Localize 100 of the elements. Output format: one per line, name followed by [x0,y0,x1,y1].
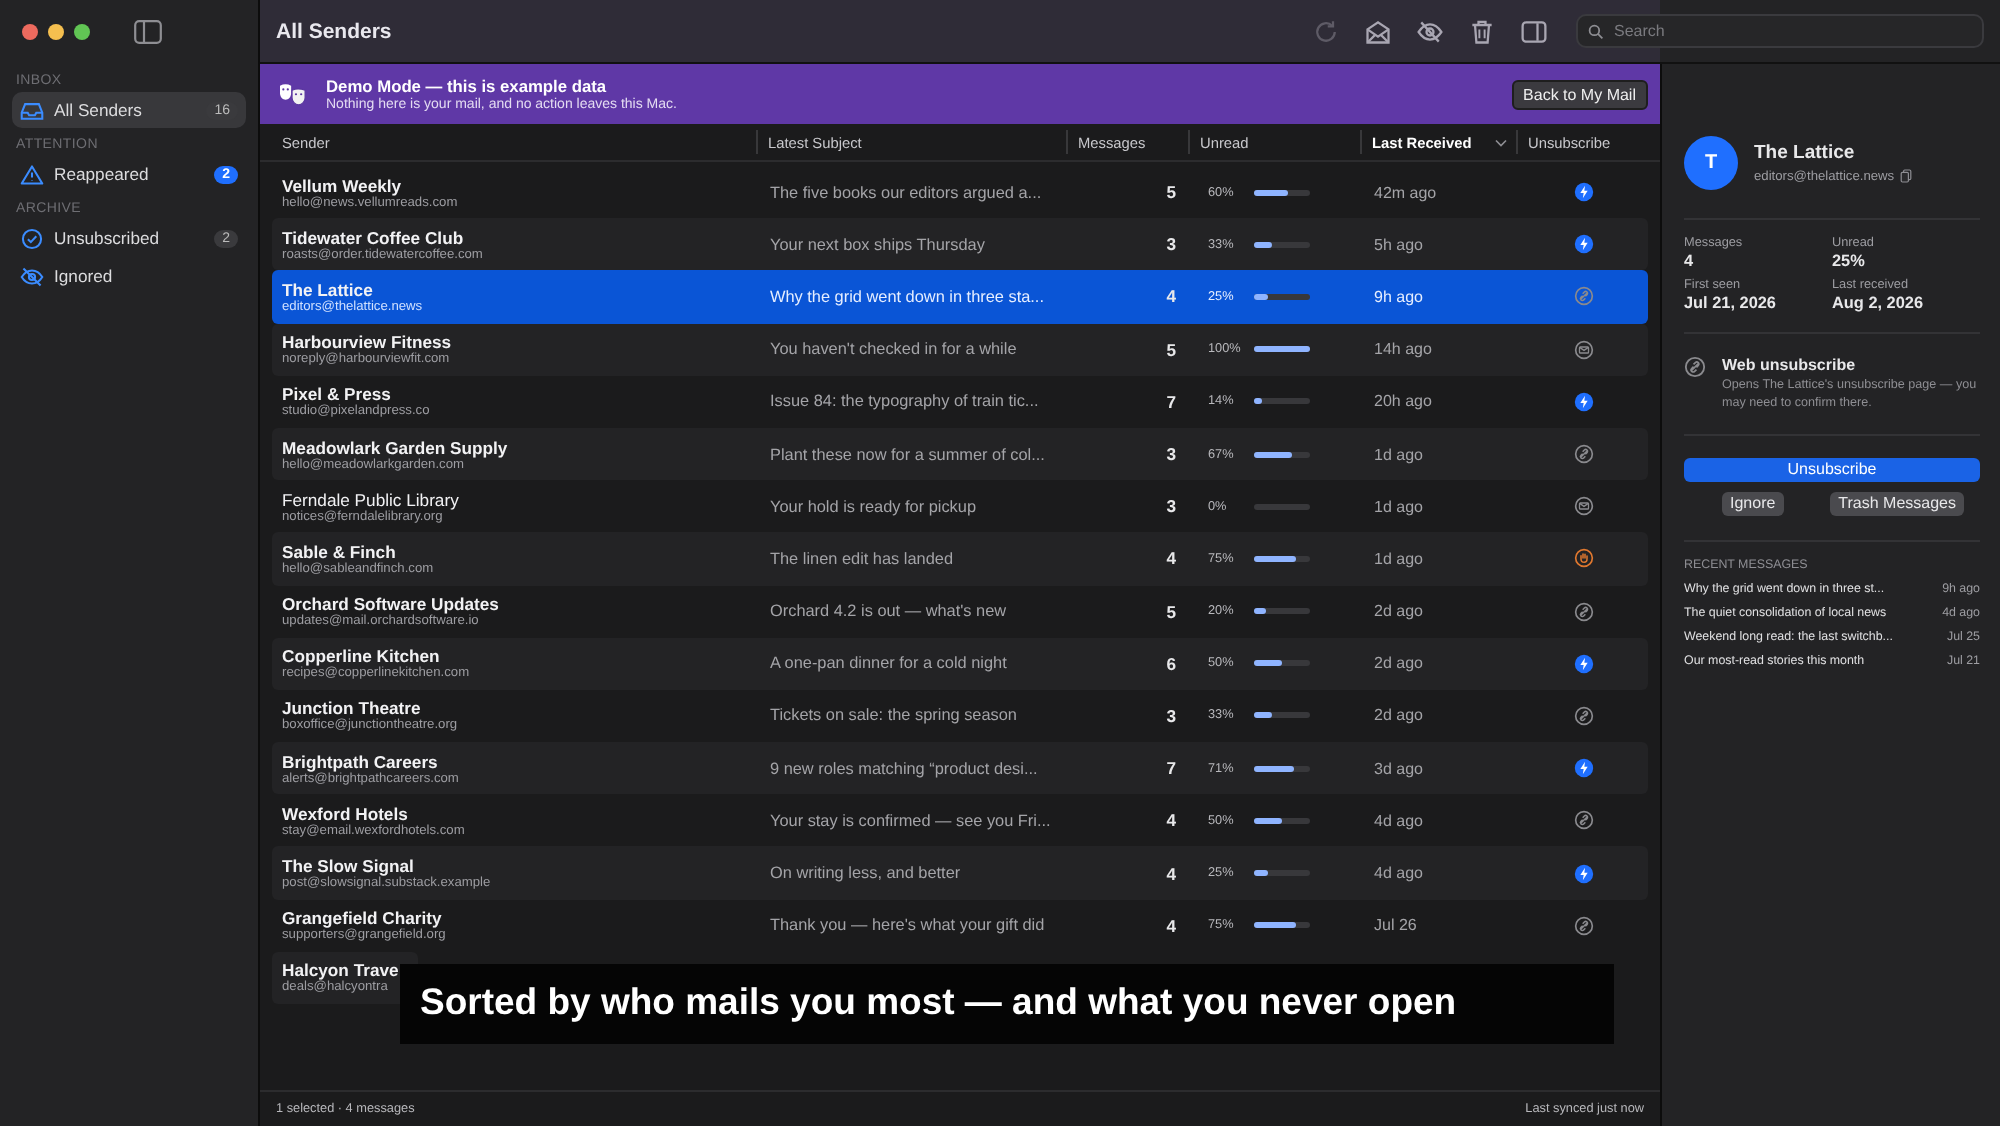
subject-text: Tickets on sale: the spring season [768,706,1019,725]
message-count: 4 [1164,286,1178,307]
eye-slash-icon [20,265,44,287]
subject-text: The five books our editors argued a... [768,183,1044,202]
search-icon [1588,23,1604,39]
message-count: 3 [1164,444,1178,465]
subject-text: Thank you — here's what your gift did [768,916,1047,935]
sidebar-label: Unsubscribed [54,228,162,248]
sender-name: Halcyon Trave [282,960,399,981]
received-time: 2d ago [1372,706,1425,725]
sidebar-item[interactable]: Ignored [12,258,246,294]
hand-icon[interactable] [1573,548,1593,569]
envelope-icon[interactable] [1573,339,1593,360]
message-count: 5 [1164,182,1178,203]
subject-text: Your stay is confirmed — see you Fri... [768,811,1053,830]
sender-name: Vellum Weekly [282,175,402,196]
message-count: 5 [1164,601,1178,622]
message-count: 4 [1164,810,1178,831]
sender-name: The Lattice [282,279,373,300]
sender-name: Wexford Hotels [282,803,408,824]
method-title: Web unsubscribe [1722,356,1858,374]
sender-name: Meadowlark Garden Supply [282,437,508,458]
message-count: 4 [1164,548,1178,569]
message-count: 6 [1164,653,1178,674]
zoom-button[interactable] [74,24,90,40]
sender-name: Harbourview Fitness [282,332,452,353]
message-count: 4 [1164,863,1178,884]
subject-text: Your hold is ready for pickup [768,497,979,516]
lightning-icon[interactable] [1573,391,1593,412]
banner-title: Demo Mode — this is example data [326,76,609,96]
lightning-icon[interactable] [1573,653,1593,674]
sender-name: The Lattice [1754,142,1857,164]
received-time: 1d ago [1372,445,1425,464]
checkmark-icon [20,227,44,249]
received-time: 14h ago [1372,340,1434,359]
received-time: 1d ago [1372,549,1425,568]
action-button[interactable]: Ignore [1722,491,1784,516]
lightning-icon[interactable] [1573,758,1593,779]
link-icon[interactable] [1573,915,1593,936]
caption-text: Sorted by who mails you most — and what you never open [400,964,1614,1044]
sender-name: Grangefield Charity [282,908,442,929]
message-count: 3 [1164,234,1178,255]
stat-value: 4 [1684,252,1696,270]
received-time: 3d ago [1372,759,1425,778]
trash-button[interactable] [1468,17,1496,45]
received-time: 1d ago [1372,497,1425,516]
lightning-icon[interactable] [1573,234,1593,255]
panel-button[interactable] [1520,17,1548,45]
stat-value: Aug 2, 2026 [1832,294,1926,312]
subject-text: Issue 84: the typography of train tic... [768,392,1041,411]
sender-name: Orchard Software Updates [282,594,499,615]
subject-text: Plant these now for a summer of col... [768,445,1047,464]
action-button[interactable]: Trash Messages [1830,491,1964,516]
minimize-button[interactable] [48,24,64,40]
sender-name: Sable & Finch [282,541,396,562]
link-icon[interactable] [1684,356,1706,378]
subject-text: Orchard 4.2 is out — what's new [768,602,1009,621]
received-time: 20h ago [1372,392,1434,411]
lightning-icon[interactable] [1573,863,1593,884]
subject-text: Why the grid went down in three sta... [768,287,1046,306]
received-time: Jul 26 [1372,916,1419,935]
warning-icon [20,163,44,185]
message-count: 3 [1164,705,1178,726]
stat-value: 25% [1832,252,1867,270]
message-count: 7 [1164,391,1178,412]
subject-text: You haven't checked in for a while [768,340,1019,359]
subject-text: The linen edit has landed [768,549,955,568]
message-count: 7 [1164,758,1178,779]
sender-name: Junction Theatre [282,698,421,719]
received-time: 4d ago [1372,811,1425,830]
back-button[interactable]: Back to My Mail [1511,79,1648,109]
received-time: 2d ago [1372,602,1425,621]
sidebar-label: Ignored [54,266,115,286]
unsubscribe-button[interactable]: Unsubscribe [1684,457,1980,482]
received-time: 5h ago [1372,235,1425,254]
sidebar-label: Reappeared [54,164,151,184]
close-button[interactable] [22,24,38,40]
lightning-icon[interactable] [1573,182,1593,203]
received-time: 42m ago [1372,183,1439,202]
link-icon[interactable] [1573,705,1593,726]
theater-masks-icon [278,81,308,107]
received-time: 9h ago [1372,287,1425,306]
eye-slash-button[interactable] [1416,17,1444,45]
envelope-button[interactable] [1364,17,1392,45]
sidebar-toggle-icon[interactable] [134,20,162,44]
subject-text: On writing less, and better [768,864,963,883]
link-icon[interactable] [1573,810,1593,831]
link-icon[interactable] [1573,601,1593,622]
avatar: T [1684,136,1738,190]
envelope-icon[interactable] [1573,496,1593,517]
sender-name: Pixel & Press [282,384,391,405]
subject-text: 9 new roles matching “product desi... [768,759,1040,778]
stat-value: Jul 21, 2026 [1684,294,1778,312]
sender-name: Tidewater Coffee Club [282,227,464,248]
search-field[interactable]: Search [1576,14,1984,48]
subject-text: Your next box ships Thursday [768,235,987,254]
window-title: All Senders [276,19,394,43]
copy-icon[interactable] [1900,168,1913,184]
subject-text: A one-pan dinner for a cold night [768,654,1009,673]
link-icon[interactable] [1573,444,1593,465]
